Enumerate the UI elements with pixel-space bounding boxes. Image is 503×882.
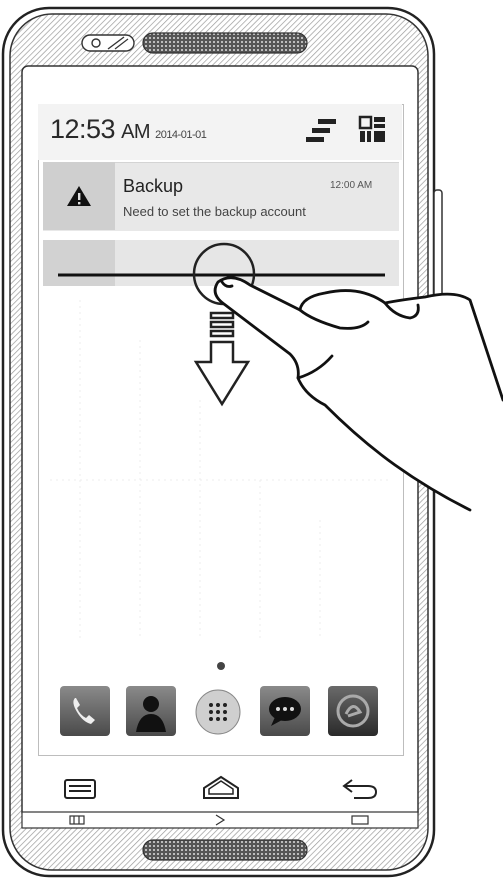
- down-arrow-icon: [193, 311, 251, 407]
- hand-icon: [213, 276, 503, 512]
- swipe-down-gesture: [58, 242, 503, 512]
